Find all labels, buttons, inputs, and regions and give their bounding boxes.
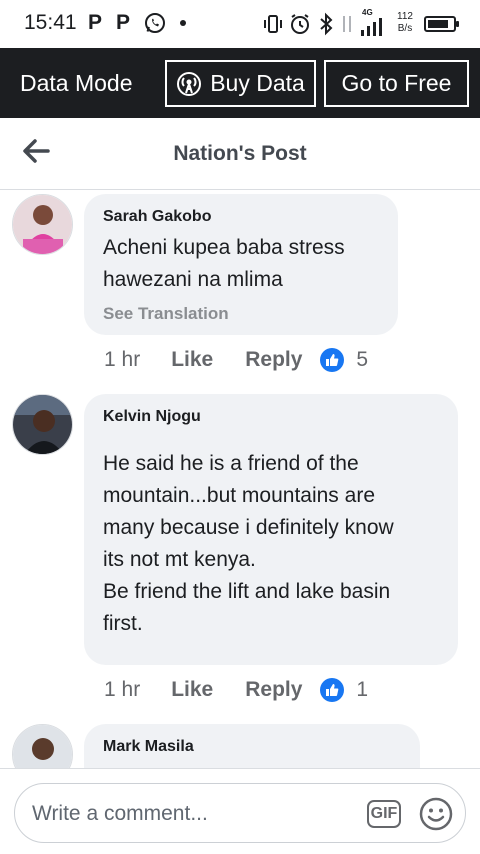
reply-button[interactable]: Reply — [245, 348, 302, 372]
alarm-icon — [291, 14, 309, 34]
data-mode-bar: Data Mode Buy Data Go to Free — [0, 48, 480, 118]
thumbs-up-reaction-icon[interactable] — [320, 678, 345, 702]
go-to-free-label: Go to Free — [341, 70, 452, 96]
emoji-icon[interactable] — [419, 797, 453, 831]
bluetooth-icon — [320, 12, 333, 36]
battery-level-fill — [428, 20, 448, 28]
avatar-photo — [13, 395, 72, 454]
notification-p-icon-2: P — [116, 11, 131, 34]
post-header: Nation's Post — [0, 118, 480, 190]
status-left-icons: P P — [88, 11, 187, 35]
app-screen: 15:41 P P 4G 112 B/s Data Mode Buy Data … — [0, 0, 480, 854]
battery-icon — [424, 16, 459, 32]
comment-meta: 1 hr Like Reply 1 — [104, 677, 368, 703]
status-bar: 15:41 P P 4G 112 B/s — [0, 0, 480, 48]
comment-author[interactable]: Kelvin Njogu — [103, 408, 438, 426]
network-type-label: 4G — [362, 8, 373, 17]
comment-time: 1 hr — [104, 348, 141, 371]
avatar[interactable] — [12, 194, 73, 255]
thumbs-up-reaction-icon[interactable] — [320, 348, 345, 372]
comment-bubble: Mark Masila — [84, 724, 420, 768]
buy-data-label: Buy Data — [210, 70, 305, 96]
comment-composer: Write a comment... GIF — [0, 768, 480, 854]
like-button[interactable]: Like — [171, 348, 213, 372]
comment-text: He said he is a friend of the mountain..… — [103, 452, 394, 635]
comment-author[interactable]: Sarah Gakobo — [103, 208, 378, 226]
comment-bubble: Kelvin Njogu He said he is a friend of t… — [84, 394, 458, 665]
more-notifications-dot-icon — [180, 20, 187, 26]
comment-bubble: Sarah Gakobo Acheni kupea baba stress ha… — [84, 194, 398, 335]
reaction-count[interactable]: 1 — [356, 678, 368, 702]
reply-button[interactable]: Reply — [245, 678, 302, 702]
see-translation-link[interactable]: See Translation — [103, 304, 378, 324]
data-transfer-icon — [343, 16, 351, 32]
avatar[interactable] — [12, 394, 73, 455]
network-speed-value: 112 — [397, 11, 413, 22]
page-title: Nation's Post — [173, 142, 307, 165]
avatar-photo — [13, 725, 72, 768]
like-button[interactable]: Like — [171, 678, 213, 702]
network-speed: 112 B/s — [392, 11, 418, 35]
whatsapp-icon — [145, 13, 166, 33]
data-mode-label: Data Mode — [20, 70, 133, 96]
comment-author[interactable]: Mark Masila — [103, 738, 400, 756]
comment-meta: 1 hr Like Reply 5 — [104, 347, 368, 373]
avatar[interactable] — [12, 724, 73, 768]
status-time: 15:41 — [24, 11, 77, 34]
comment-input-placeholder: Write a comment... — [32, 802, 208, 825]
avatar-photo — [13, 195, 72, 254]
comment-text: Acheni kupea baba stress hawezani na mli… — [103, 236, 345, 291]
go-to-free-button[interactable]: Go to Free — [324, 60, 469, 107]
comment-time: 1 hr — [104, 678, 141, 701]
thumbs-up-icon — [326, 684, 339, 696]
buy-data-button[interactable]: Buy Data — [165, 60, 316, 107]
broadcast-icon — [177, 71, 202, 96]
comments-list: Sarah Gakobo Acheni kupea baba stress ha… — [0, 190, 480, 768]
thumbs-up-icon — [326, 354, 339, 366]
vibrate-icon — [264, 15, 282, 33]
comment-input[interactable]: Write a comment... GIF — [14, 783, 466, 843]
status-right-icons: 4G 112 B/s — [262, 8, 462, 38]
signal-icon — [361, 18, 382, 36]
notification-p-icon: P — [88, 11, 103, 34]
reaction-count[interactable]: 5 — [356, 348, 368, 372]
gif-button[interactable]: GIF — [367, 800, 401, 828]
network-speed-unit: B/s — [397, 23, 413, 34]
